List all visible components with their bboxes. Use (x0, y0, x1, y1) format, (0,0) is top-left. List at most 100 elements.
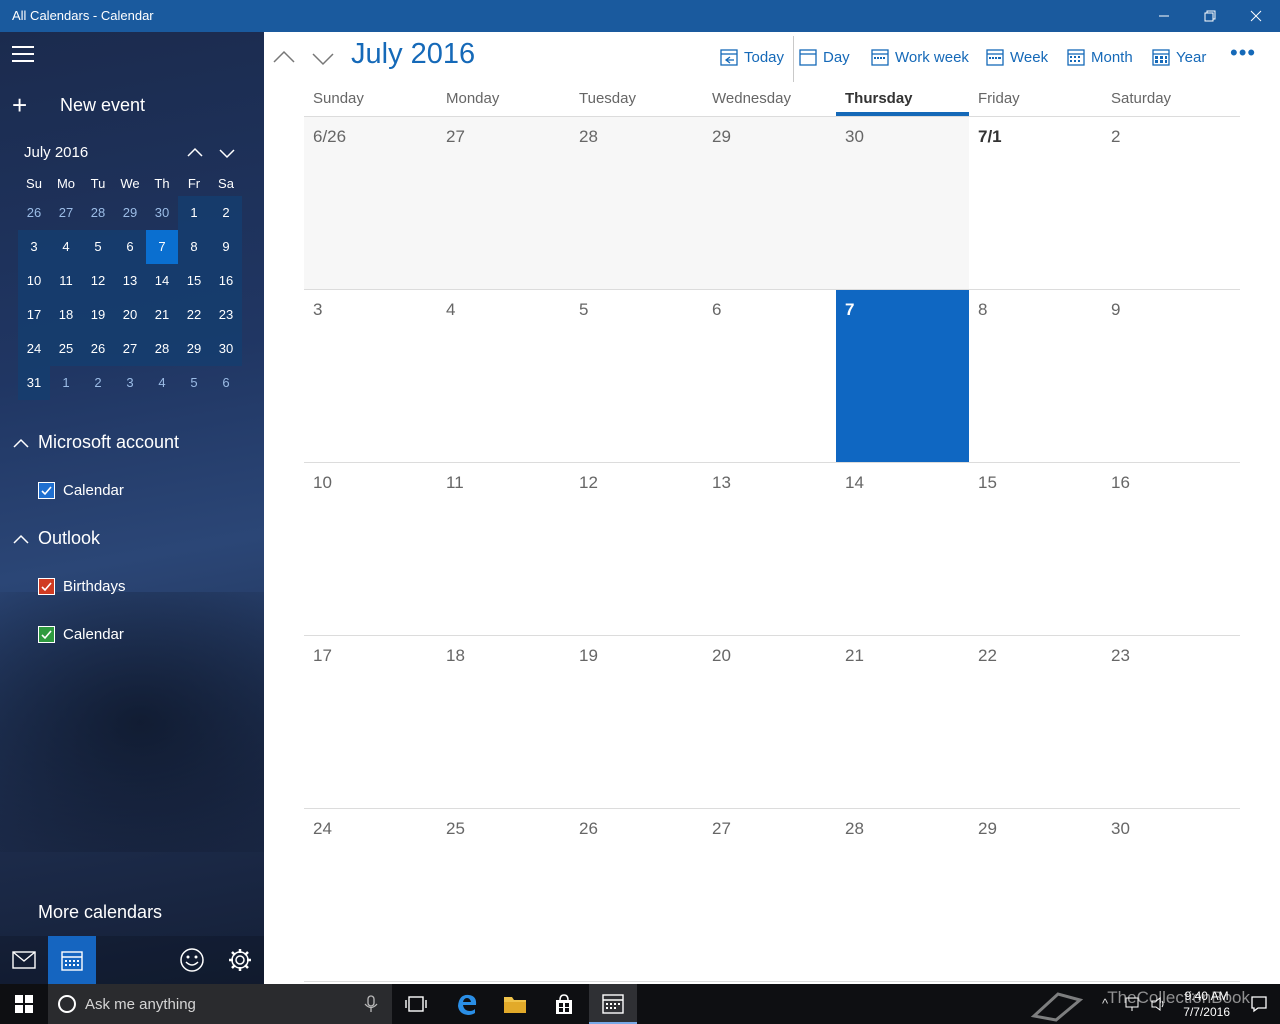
week-view-button[interactable]: Week (986, 44, 1048, 70)
search-box[interactable]: Ask me anything (48, 984, 392, 1024)
mini-calendar-day[interactable]: 5 (178, 366, 210, 400)
month-title[interactable]: July 2016 (351, 38, 475, 71)
prev-month-button[interactable] (270, 44, 298, 72)
mini-calendar-day[interactable]: 6 (210, 366, 242, 400)
month-view-button[interactable]: Month (1067, 44, 1133, 70)
day-cell[interactable]: 20 (703, 636, 836, 808)
day-cell[interactable]: 2 (1102, 117, 1235, 289)
day-cell[interactable]: 13 (703, 463, 836, 635)
day-cell[interactable]: 6 (703, 290, 836, 462)
checkbox[interactable] (38, 626, 55, 643)
mini-calendar-day[interactable]: 22 (178, 298, 210, 332)
mini-calendar-day[interactable]: 9 (210, 230, 242, 264)
mini-calendar-day[interactable]: 10 (18, 264, 50, 298)
more-calendars-link[interactable]: More calendars (38, 902, 162, 923)
calendar-item-birthdays[interactable]: Birthdays (38, 578, 126, 595)
hamburger-menu-icon[interactable] (12, 46, 36, 64)
next-month-button[interactable] (309, 44, 337, 72)
day-cell[interactable]: 27 (437, 117, 570, 289)
mini-calendar-day[interactable]: 3 (114, 366, 146, 400)
day-cell[interactable]: 30 (1102, 809, 1235, 981)
mini-calendar-day[interactable]: 31 (18, 366, 50, 400)
day-cell[interactable]: 18 (437, 636, 570, 808)
day-cell[interactable]: 26 (570, 809, 703, 981)
mini-calendar-day[interactable]: 17 (18, 298, 50, 332)
more-options-button[interactable]: ••• (1230, 42, 1256, 64)
day-cell[interactable]: 11 (437, 463, 570, 635)
mini-calendar-day[interactable]: 27 (114, 332, 146, 366)
mini-calendar-day[interactable]: 28 (82, 196, 114, 230)
day-cell[interactable]: 7 (836, 290, 969, 462)
calendar-item-outlook-calendar[interactable]: Calendar (38, 626, 124, 643)
mini-calendar-day[interactable]: 25 (50, 332, 82, 366)
mini-calendar-day[interactable]: 26 (82, 332, 114, 366)
calendar-app-button[interactable] (589, 984, 637, 1024)
mini-calendar-day[interactable]: 19 (82, 298, 114, 332)
day-cell[interactable]: 9 (1102, 290, 1235, 462)
day-cell[interactable]: 15 (969, 463, 1102, 635)
day-cell[interactable]: 21 (836, 636, 969, 808)
day-cell[interactable]: 29 (703, 117, 836, 289)
mini-calendar-day[interactable]: 30 (146, 196, 178, 230)
day-cell[interactable]: 28 (836, 809, 969, 981)
mail-button[interactable] (0, 936, 48, 984)
mini-calendar-day[interactable]: 20 (114, 298, 146, 332)
mini-calendar-day[interactable]: 27 (50, 196, 82, 230)
start-button[interactable] (0, 984, 48, 1024)
mini-calendar-day[interactable]: 7 (146, 230, 178, 264)
today-button[interactable]: Today (720, 44, 784, 70)
year-view-button[interactable]: Year (1152, 44, 1206, 70)
day-cell[interactable]: 17 (304, 636, 437, 808)
mini-calendar-day[interactable]: 26 (18, 196, 50, 230)
mini-calendar-day[interactable]: 18 (50, 298, 82, 332)
file-explorer-button[interactable] (491, 984, 539, 1024)
mini-calendar-day[interactable]: 21 (146, 298, 178, 332)
day-cell[interactable]: 25 (437, 809, 570, 981)
day-cell[interactable]: 29 (969, 809, 1102, 981)
mini-calendar-day[interactable]: 29 (114, 196, 146, 230)
mini-calendar-day[interactable]: 28 (146, 332, 178, 366)
day-cell[interactable]: 30 (836, 117, 969, 289)
day-cell[interactable]: 28 (570, 117, 703, 289)
checkbox[interactable] (38, 578, 55, 595)
clock[interactable]: 9:40 AM 7/7/2016 (1183, 988, 1230, 1020)
mini-calendar-day[interactable]: 14 (146, 264, 178, 298)
day-cell[interactable]: 12 (570, 463, 703, 635)
day-cell[interactable]: 19 (570, 636, 703, 808)
mini-calendar-day[interactable]: 15 (178, 264, 210, 298)
feedback-button[interactable] (168, 936, 216, 984)
day-cell[interactable]: 10 (304, 463, 437, 635)
mini-calendar-day[interactable]: 24 (18, 332, 50, 366)
mini-calendar-day[interactable]: 12 (82, 264, 114, 298)
mini-calendar-prev-button[interactable] (184, 142, 206, 164)
mini-calendar-next-button[interactable] (216, 142, 238, 164)
mini-calendar-day[interactable]: 8 (178, 230, 210, 264)
mini-calendar-day[interactable]: 2 (82, 366, 114, 400)
edge-browser-button[interactable] (443, 984, 491, 1024)
mini-calendar-day[interactable]: 6 (114, 230, 146, 264)
work-week-view-button[interactable]: Work week (871, 44, 969, 70)
day-cell[interactable]: 16 (1102, 463, 1235, 635)
day-cell[interactable]: 24 (304, 809, 437, 981)
mini-calendar-day[interactable]: 13 (114, 264, 146, 298)
task-view-button[interactable] (392, 984, 440, 1024)
day-cell[interactable]: 7/1 (969, 117, 1102, 289)
group-outlook[interactable]: Outlook (12, 528, 100, 549)
day-cell[interactable]: 14 (836, 463, 969, 635)
day-cell[interactable]: 22 (969, 636, 1102, 808)
day-cell[interactable]: 4 (437, 290, 570, 462)
mini-calendar-day[interactable]: 4 (146, 366, 178, 400)
mini-calendar-day[interactable]: 5 (82, 230, 114, 264)
day-cell[interactable]: 8 (969, 290, 1102, 462)
day-cell[interactable]: 23 (1102, 636, 1235, 808)
restore-button[interactable] (1187, 0, 1233, 32)
day-cell[interactable]: 6/26 (304, 117, 437, 289)
mini-calendar-day[interactable]: 1 (178, 196, 210, 230)
mini-calendar-day[interactable]: 30 (210, 332, 242, 366)
store-button[interactable] (540, 984, 588, 1024)
group-microsoft-account[interactable]: Microsoft account (12, 432, 179, 453)
mini-calendar-day[interactable]: 1 (50, 366, 82, 400)
day-cell[interactable]: 3 (304, 290, 437, 462)
mini-calendar-day[interactable]: 2 (210, 196, 242, 230)
checkbox[interactable] (38, 482, 55, 499)
